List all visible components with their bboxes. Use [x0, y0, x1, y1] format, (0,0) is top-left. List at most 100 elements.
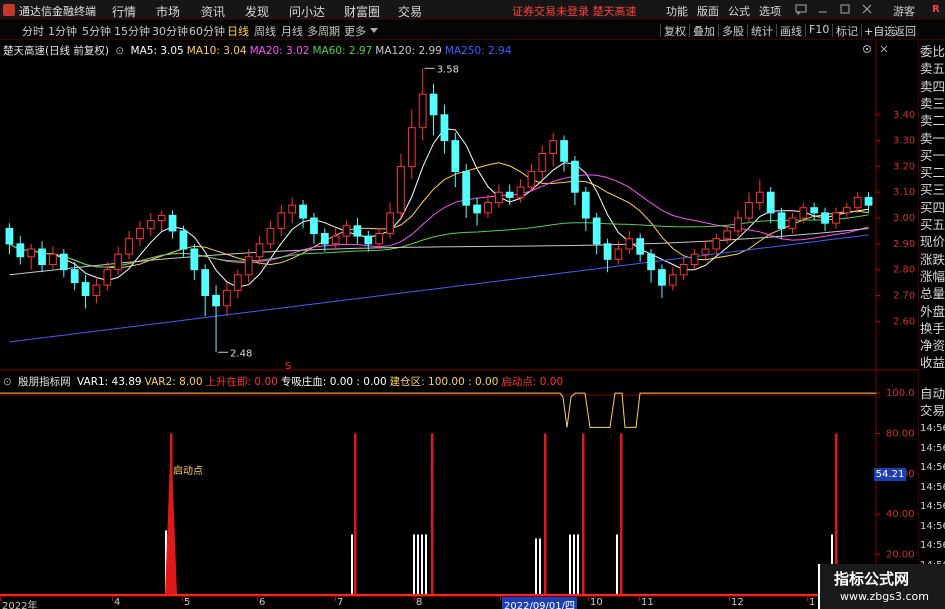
settings-icon[interactable]: ⊙: [115, 45, 124, 57]
candle-up: [842, 207, 851, 214]
side-item[interactable]: 卖三: [920, 95, 945, 113]
menu-options[interactable]: 选项: [759, 3, 781, 19]
side-item[interactable]: 卖四: [920, 78, 945, 96]
date-tick-mark: [588, 597, 589, 601]
menu-item-ask[interactable]: 问小达: [289, 3, 325, 20]
side-time: 14:56: [920, 540, 945, 551]
chevron-down-icon[interactable]: [370, 28, 378, 34]
red-signal-bar: [620, 433, 623, 595]
tool-adjust[interactable]: 复权: [664, 23, 686, 39]
period-daily[interactable]: 日线: [227, 23, 249, 39]
candle-up: [114, 253, 123, 271]
candle-up: [27, 248, 36, 258]
maximize-icon[interactable]: [838, 2, 852, 16]
app-logo-icon: [3, 4, 15, 16]
price-badge: 54.21: [874, 468, 906, 481]
chat-icon[interactable]: [794, 2, 808, 16]
period-more[interactable]: 更多: [344, 23, 366, 39]
period-15min[interactable]: 15分钟: [114, 23, 150, 39]
tool-f10[interactable]: F10: [809, 23, 829, 36]
divider: [832, 24, 833, 37]
side-item[interactable]: 外盘: [920, 303, 945, 321]
side-item[interactable]: 买四: [920, 199, 945, 217]
period-5min[interactable]: 5分钟: [82, 23, 111, 39]
side-item[interactable]: 买三: [920, 181, 945, 199]
gear-icon[interactable]: [862, 44, 872, 54]
candle-up: [755, 191, 764, 204]
tool-mark[interactable]: 标记: [836, 23, 858, 39]
tool-multi-stock[interactable]: 多股: [722, 23, 744, 39]
period-30min[interactable]: 30分钟: [152, 23, 188, 39]
menu-formula[interactable]: 公式: [728, 3, 750, 19]
period-toolbar: 分时 1分钟 5分钟 15分钟 30分钟 60分钟 日线 周线 月线 多周期 更…: [0, 21, 945, 40]
menu-item-markets[interactable]: 市场: [156, 3, 180, 20]
white-signal-bar: [535, 538, 537, 595]
candle-down: [821, 212, 829, 224]
candle-up: [136, 227, 144, 240]
tool-back[interactable]: 返回: [894, 23, 916, 39]
candle-down: [179, 230, 188, 250]
stock-chart[interactable]: 3.58 2.48 S 启动点 3.40 3.30 3.20 3.10 3.00 2.90 2.…: [0, 40, 918, 596]
side-item[interactable]: 收益: [920, 354, 945, 372]
candle-up: [375, 233, 384, 245]
white-signal-bar: [569, 534, 571, 595]
side-item[interactable]: 换手: [920, 320, 945, 338]
period-monthly[interactable]: 月线: [281, 23, 303, 39]
side-item[interactable]: 买二: [920, 164, 945, 182]
close-icon[interactable]: [860, 2, 874, 16]
menu-item-news[interactable]: 资讯: [201, 3, 225, 20]
side-item[interactable]: 买一: [920, 147, 945, 165]
candle-up: [484, 202, 492, 214]
side-item[interactable]: 委比: [920, 43, 945, 61]
side-item[interactable]: 净资: [920, 337, 945, 355]
candle-down: [320, 233, 329, 245]
side-sub-item[interactable]: 自动: [920, 385, 945, 403]
side-item[interactable]: 卖一: [920, 130, 945, 148]
indicator-name[interactable]: 殷朋指标网: [18, 376, 71, 388]
side-item[interactable]: 总量: [920, 285, 945, 303]
guest-label[interactable]: 游客: [893, 3, 915, 19]
side-time: 14:56: [920, 520, 945, 532]
side-item[interactable]: 买五: [920, 216, 945, 234]
login-notice[interactable]: 证券交易未登录 楚天高速: [512, 3, 637, 19]
period-1min[interactable]: 1分钟: [48, 23, 77, 39]
period-multi[interactable]: 多周期: [307, 23, 340, 39]
side-item[interactable]: 涨幅: [920, 268, 945, 286]
menu-item-fortune[interactable]: 财富圈: [344, 3, 380, 20]
menu-item-trade[interactable]: 交易: [398, 3, 422, 20]
stock-name[interactable]: 楚天高速(日线 前复权): [3, 45, 109, 57]
minimize-icon[interactable]: [816, 2, 830, 16]
candle-down: [70, 269, 79, 284]
date-tick: 12: [731, 597, 744, 608]
candle-down: [571, 160, 579, 193]
sub-tick-label: 100.0: [886, 388, 915, 399]
start-signal-label: 启动点: [173, 464, 203, 477]
tool-draw[interactable]: 画线: [780, 23, 802, 39]
menu-layout[interactable]: 版面: [697, 3, 719, 19]
period-weekly[interactable]: 周线: [254, 23, 276, 39]
tool-overlay[interactable]: 叠加: [693, 23, 715, 39]
menu-item-market[interactable]: 行情: [112, 3, 136, 20]
menu-item-discover[interactable]: 发现: [245, 3, 269, 20]
tool-stats[interactable]: 统计: [751, 23, 773, 39]
side-item[interactable]: 卖五: [920, 60, 945, 78]
indicator-legend-item: VAR2: 8.00: [144, 376, 203, 388]
main-legend: 楚天高速(日线 前复权) ⊙ MA5: 3.05 MA10: 3.04 MA20: …: [3, 43, 517, 58]
white-signal-bar: [425, 534, 427, 595]
side-item[interactable]: 现价: [920, 233, 945, 251]
candle-down: [473, 204, 481, 214]
candle-down: [636, 238, 645, 255]
menu-function[interactable]: 功能: [666, 3, 688, 19]
red-signal-bar: [544, 433, 547, 595]
side-sub-item[interactable]: 交易: [920, 402, 945, 420]
close-icon[interactable]: [879, 44, 889, 54]
divider: [861, 24, 862, 37]
ma-legend-item: MA60: 2.97: [312, 45, 373, 57]
period-tick[interactable]: 分时: [22, 23, 44, 39]
side-item[interactable]: 涨跌: [920, 251, 945, 269]
side-item[interactable]: 卖二: [920, 112, 945, 130]
period-60min[interactable]: 60分钟: [189, 23, 225, 39]
date-tick: 10: [590, 597, 603, 608]
indicator-settings-icon[interactable]: ⊙: [3, 376, 12, 388]
candle-up: [342, 225, 351, 237]
